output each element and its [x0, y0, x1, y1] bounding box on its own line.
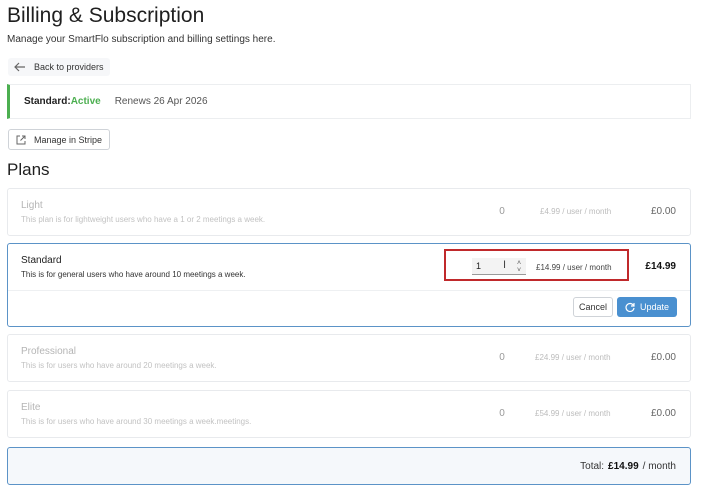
plan-card-elite: Elite This is for users who have around … [7, 390, 691, 438]
plan-name: Elite [21, 402, 41, 413]
quantity-stepper[interactable]: 1 I ˄ ˅ [472, 258, 526, 275]
page-subtitle: Manage your SmartFlo subscription and bi… [7, 34, 276, 45]
cancel-button[interactable]: Cancel [573, 297, 613, 317]
plan-total: £0.00 [650, 408, 676, 419]
subscription-status-bar: Standard: Active Renews 26 Apr 2026 [7, 84, 691, 119]
renewal-date: Renews 26 Apr 2026 [114, 96, 208, 107]
quantity-value: 1 [476, 261, 482, 271]
total-label: Total: [580, 460, 605, 472]
status-plan-name: Standard [24, 96, 68, 107]
status-badge: Active [70, 96, 101, 107]
card-divider [8, 290, 690, 291]
plan-description: This is for users who have around 20 mee… [21, 361, 217, 370]
plan-price: £24.99 / user / month [535, 353, 611, 362]
quantity-highlight-box: 1 I ˄ ˅ £14.99 / user / month [444, 249, 629, 281]
manage-stripe-label: Manage in Stripe [34, 134, 103, 145]
chevron-up-icon[interactable]: ˄ [517, 260, 521, 267]
manage-in-stripe-button[interactable]: Manage in Stripe [8, 129, 111, 150]
plan-price: £4.99 / user / month [540, 207, 612, 216]
plan-total: £0.00 [650, 206, 676, 217]
plan-price: £14.99 / user / month [536, 263, 612, 272]
plan-total: £14.99 [645, 261, 676, 272]
plan-name: Professional [21, 346, 77, 357]
plan-description: This plan is for lightweight users who h… [21, 215, 266, 224]
plan-quantity: 0 [499, 352, 505, 363]
plan-description: This is for general users who have aroun… [21, 270, 246, 279]
plan-price: £54.99 / user / month [535, 409, 611, 418]
plan-name: Light [21, 200, 43, 211]
total-summary-bar: Total: £14.99 / month [7, 447, 691, 485]
external-link-icon [16, 135, 26, 144]
plan-name: Standard [21, 255, 62, 266]
plan-description: This is for users who have around 30 mee… [21, 417, 252, 426]
plan-card-professional: Professional This is for users who have … [7, 334, 691, 382]
text-cursor-icon: I [503, 259, 507, 271]
page-title: Billing & Subscription [7, 4, 205, 27]
update-button[interactable]: Update [617, 297, 677, 317]
back-to-providers-button[interactable]: Back to providers [8, 58, 110, 76]
back-button-label: Back to providers [34, 62, 104, 72]
chevron-down-icon[interactable]: ˅ [517, 267, 521, 274]
refresh-icon [625, 302, 635, 312]
total-period: / month [642, 460, 676, 472]
plan-quantity: 0 [499, 408, 505, 419]
plan-card-standard: Standard This is for general users who h… [7, 243, 691, 327]
plan-quantity: 0 [499, 206, 505, 217]
plan-card-light: Light This plan is for lightweight users… [7, 188, 691, 236]
plans-section-title: Plans [7, 160, 50, 179]
update-button-label: Update [639, 302, 670, 312]
plan-total: £0.00 [650, 352, 676, 363]
stepper-arrows[interactable]: ˄ ˅ [515, 258, 523, 275]
arrow-left-icon [14, 62, 25, 72]
total-amount: £14.99 [608, 460, 639, 472]
